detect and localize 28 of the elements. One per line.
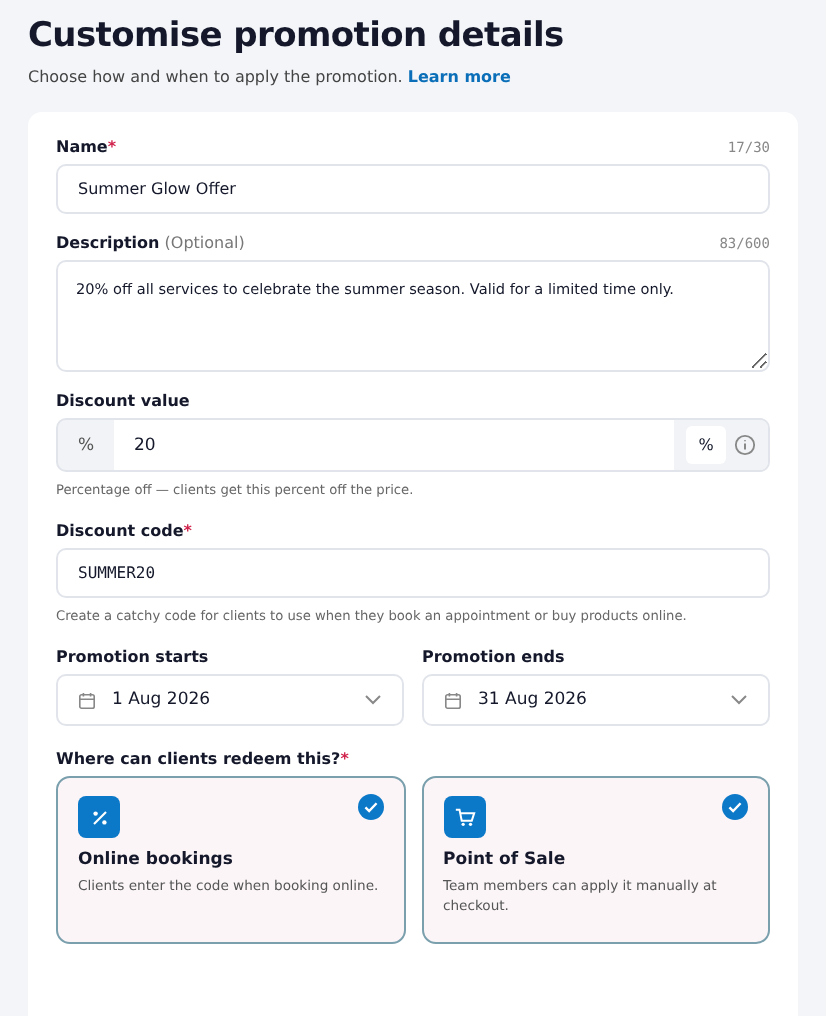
shopping-cart-icon xyxy=(453,806,475,828)
option-title: Online bookings xyxy=(78,850,235,870)
field-label: Discount value xyxy=(56,392,190,410)
option-title: Point of Sale xyxy=(443,850,568,870)
page-title: Customise promotion details xyxy=(28,16,566,56)
required-mark: * xyxy=(183,522,192,540)
chevron-down-icon xyxy=(730,694,748,706)
field-label: Discount code* xyxy=(56,522,192,540)
calendar-icon xyxy=(444,691,462,709)
field-label: Promotion ends xyxy=(422,648,565,666)
info-icon[interactable] xyxy=(734,434,756,456)
discount-code-field[interactable]: SUMMER20 xyxy=(56,548,770,598)
field-label: Promotion starts xyxy=(56,648,209,666)
percent-toggle[interactable]: % xyxy=(686,426,726,464)
field-label: Description (Optional) xyxy=(56,234,245,252)
page-subtitle: Choose how and when to apply the promotion. Learn more xyxy=(28,68,513,86)
discount-value-field[interactable]: % 20 % xyxy=(56,418,770,472)
required-mark: * xyxy=(107,138,117,156)
learn-more-link[interactable]: Learn more xyxy=(407,68,511,86)
date-picker[interactable]: 1 Aug 2026 xyxy=(56,674,404,726)
chevron-down-icon xyxy=(364,694,382,706)
field-label: Where can clients redeem this?* xyxy=(56,750,349,768)
required-mark: * xyxy=(340,750,349,768)
discount-icon xyxy=(89,807,109,827)
field-label: Name* xyxy=(56,138,117,156)
calendar-icon xyxy=(78,691,96,709)
date-picker[interactable]: 31 Aug 2026 xyxy=(422,674,770,726)
name-field[interactable]: Summer Glow Offer xyxy=(56,164,770,214)
